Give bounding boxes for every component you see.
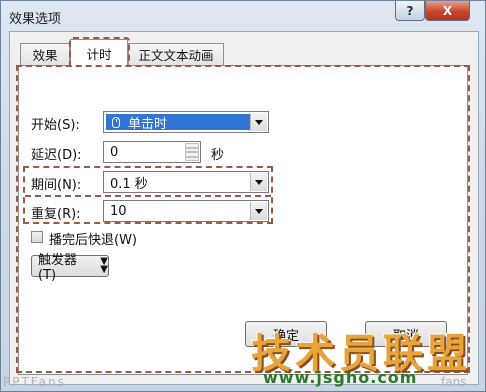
duration-repeat-highlight	[23, 166, 273, 224]
delay-spin-buttons[interactable]	[185, 143, 199, 161]
delay-stepper[interactable]: 0	[103, 141, 201, 163]
watermark-fans: fans	[441, 375, 467, 389]
help-button[interactable]: ?	[395, 1, 425, 21]
mouse-icon	[112, 116, 120, 128]
chevron-down-icon[interactable]	[250, 113, 267, 131]
tab-text-animation[interactable]: 正文文本动画	[128, 43, 224, 65]
dialog-title: 效果选项	[9, 12, 62, 27]
watermark-pptfans: PPTFans	[3, 375, 66, 389]
delay-label: 延迟(D):	[31, 148, 82, 163]
close-button[interactable]: X	[425, 1, 470, 21]
trigger-button[interactable]: 触发器(T) ▼ ▼	[31, 253, 109, 283]
trigger-label: 触发器(T)	[38, 253, 78, 283]
delay-unit: 秒	[211, 148, 225, 163]
start-label: 开始(S):	[31, 118, 80, 133]
tab-effect[interactable]: 效果	[20, 43, 70, 65]
delay-value: 0	[110, 144, 119, 160]
start-select[interactable]: 单击时	[103, 111, 269, 133]
rewind-label[interactable]: 播完后快退(W)	[49, 229, 137, 248]
title-bar[interactable]: 效果选项 ? X	[1, 1, 486, 31]
spin-down-icon[interactable]	[185, 152, 199, 161]
rewind-checkbox[interactable]	[31, 231, 43, 243]
tab-highlight-outline	[69, 37, 130, 67]
dialog-window: 效果选项 ? X 效果 计时 正文文本动画 开始(S): 单击时 延迟(D): …	[0, 0, 486, 392]
watermark-url: www.jsgho.com	[263, 368, 418, 387]
start-selected: 单击时	[106, 114, 250, 132]
spin-up-icon[interactable]	[185, 143, 199, 152]
start-value: 单击时	[128, 116, 168, 132]
double-chevron-down-icon: ▼ ▼	[100, 256, 108, 275]
